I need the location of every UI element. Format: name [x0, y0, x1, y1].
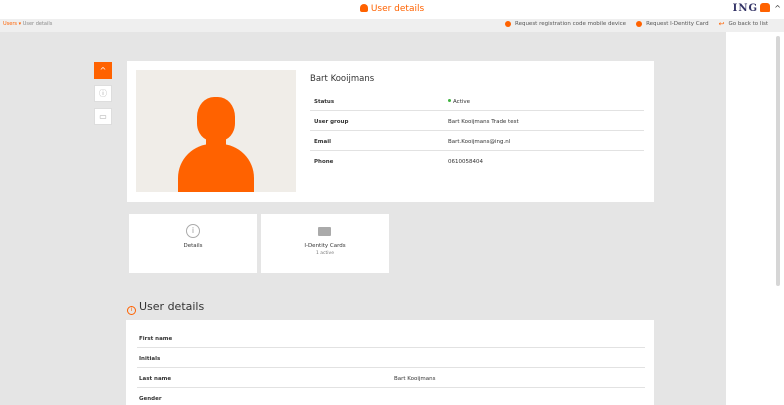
- plus-circle-icon: [505, 21, 511, 27]
- row-key: Initials: [139, 356, 161, 362]
- request-identity-card-button[interactable]: Request I-Dentity Card: [636, 21, 709, 27]
- profile-row-status: Status Active: [310, 91, 644, 111]
- profile-card: Bart Kooijmans Status Active User group Ba…: [127, 61, 654, 202]
- details-nav-button[interactable]: ⓘ: [94, 85, 112, 102]
- breadcrumb-separator: ▾: [18, 21, 22, 27]
- row-value: Active: [448, 99, 470, 105]
- status-text: Active: [453, 99, 471, 105]
- return-arrow-icon: ↩: [718, 20, 725, 28]
- tile-label: Details: [183, 243, 203, 249]
- scroll-up-button[interactable]: ^: [94, 62, 112, 79]
- page-title: User details: [0, 4, 784, 14]
- plus-circle-icon: [636, 21, 643, 27]
- row-key: Phone: [314, 159, 334, 165]
- action-links: Request registration code mobile device …: [505, 20, 768, 28]
- identity-cards-tile[interactable]: I-Dentity Cards 1 active: [261, 214, 389, 273]
- detail-row-initials: Initials: [137, 348, 645, 368]
- cards-nav-button[interactable]: ▭: [94, 108, 112, 125]
- row-value: 0610058404: [448, 159, 483, 165]
- row-key: Last name: [139, 376, 172, 382]
- info-icon: i: [186, 224, 200, 238]
- row-value: Bart Kooijmans: [394, 376, 436, 382]
- details-tile[interactable]: i Details: [129, 214, 257, 273]
- breadcrumb: Users ▾ User details: [3, 21, 52, 27]
- avatar-body: [178, 144, 254, 192]
- profile-row-phone: Phone 0610058404: [310, 151, 644, 171]
- top-bar: User details ING ^: [0, 0, 784, 19]
- status-dot: [448, 99, 451, 102]
- avatar-head: [197, 97, 235, 141]
- section-heading: i User details: [127, 300, 204, 315]
- breadcrumb-bar: Users ▾ User details Request registratio…: [0, 19, 784, 32]
- user-details-card: First name Initials Last name Bart Kooijm…: [126, 320, 654, 405]
- row-key: Email: [314, 139, 331, 145]
- avatar: [136, 70, 296, 192]
- detail-row-last-name: Last name Bart Kooijmans: [137, 368, 645, 388]
- id-card-icon: ▭: [99, 112, 107, 121]
- row-key: Status: [314, 99, 335, 105]
- action-label: Go back to list: [728, 21, 768, 27]
- detail-row-gender: Gender: [137, 388, 645, 405]
- action-label: Request registration code mobile device: [515, 21, 627, 27]
- tile-sublabel: 1 active: [316, 251, 334, 256]
- user-icon: [359, 4, 368, 12]
- collapse-chevron-icon[interactable]: ^: [774, 4, 781, 13]
- ing-logo: ING: [733, 3, 770, 14]
- id-card-icon: [318, 227, 331, 236]
- tile-label: I-Dentity Cards: [304, 243, 346, 249]
- breadcrumb-users[interactable]: Users: [3, 21, 17, 27]
- user-name: Bart Kooijmans: [310, 74, 375, 84]
- profile-row-user-group: User group Bart Kooijmans Trade test: [310, 111, 644, 131]
- section-title-text: User details: [139, 300, 205, 313]
- row-value: Bart.Kooijmans@ing.nl: [448, 139, 511, 145]
- info-icon: i: [127, 306, 136, 315]
- scrollbar[interactable]: [776, 36, 780, 286]
- profile-row-email: Email Bart.Kooijmans@ing.nl: [310, 131, 644, 151]
- row-key: First name: [139, 336, 173, 342]
- detail-row-first-name: First name: [137, 328, 645, 348]
- lion-icon: [760, 3, 770, 12]
- go-back-to-list-button[interactable]: ↩ Go back to list: [719, 20, 768, 28]
- row-key: User group: [314, 119, 349, 125]
- breadcrumb-current: User details: [22, 21, 53, 27]
- row-key: Gender: [139, 396, 162, 402]
- page-title-text: User details: [370, 4, 425, 14]
- info-icon: ⓘ: [99, 89, 107, 98]
- logo-text: ING: [732, 3, 758, 14]
- profile-table: Status Active User group Bart Kooijmans Tr…: [310, 91, 644, 171]
- request-registration-code-button[interactable]: Request registration code mobile device: [505, 21, 626, 27]
- chevron-up-icon: ^: [99, 66, 107, 75]
- action-label: Request I-Dentity Card: [646, 21, 709, 27]
- row-value: Bart Kooijmans Trade test: [448, 119, 519, 125]
